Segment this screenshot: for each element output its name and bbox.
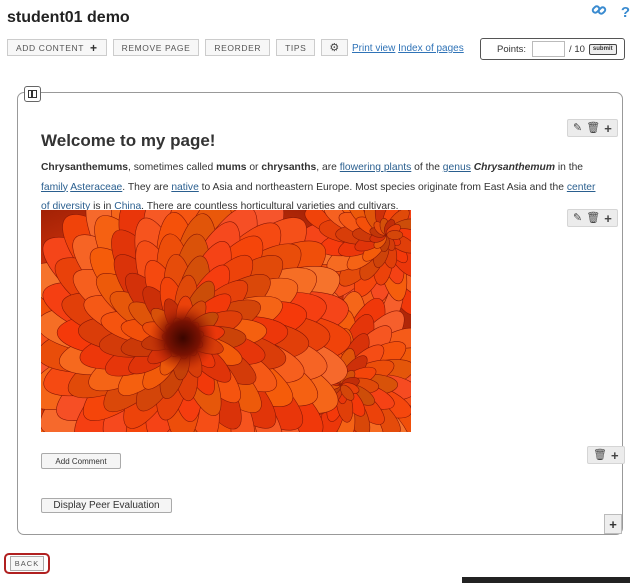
add-content-button[interactable]: ADD CONTENT + [7, 39, 107, 56]
bold-term: mums [216, 162, 247, 173]
content-paragraph: Chrysanthemums, sometimes called mums or… [41, 158, 601, 217]
add-item-icon[interactable]: + [604, 122, 612, 135]
page-title: student01 demo [7, 9, 130, 26]
add-content-label: ADD CONTENT [16, 42, 84, 53]
link-icon[interactable] [591, 2, 607, 22]
bold-term: Chrysanthemums [41, 162, 128, 173]
wiki-link[interactable]: flowering plants [340, 162, 412, 173]
points-submit-button[interactable]: submit [588, 43, 617, 55]
page-links: Print view Index of pages [352, 43, 464, 54]
paragraph-text: or [246, 162, 262, 173]
points-label: Points: [497, 43, 527, 55]
paragraph-text: to Asia and northeastern Europe. Most sp… [198, 181, 567, 193]
plus-icon: + [609, 516, 617, 532]
paragraph-text: in the [554, 162, 584, 173]
add-section-button[interactable]: + [604, 514, 622, 534]
bold-italic-term: Chrysanthemum [473, 162, 555, 173]
wiki-link[interactable]: native [171, 182, 198, 193]
bold-term: chrysanths [261, 162, 317, 173]
columns-icon [28, 90, 37, 98]
back-button[interactable]: BACK [9, 556, 45, 571]
add-comment-button[interactable]: Add Comment [41, 453, 121, 469]
settings-button[interactable]: ⚙ [321, 39, 348, 56]
plus-icon: + [90, 40, 98, 55]
gear-icon: ⚙ [329, 42, 340, 54]
trash-icon[interactable]: 🗑 [586, 212, 600, 224]
heading-item-tools: ✎ 🗑 + [567, 119, 618, 137]
wiki-link[interactable]: Asteraceae [70, 182, 122, 193]
points-input[interactable] [532, 41, 566, 57]
tips-button[interactable]: TIPS [276, 39, 316, 56]
layout-toggle-button[interactable] [24, 86, 41, 102]
wiki-link[interactable]: genus [443, 162, 471, 173]
content-heading: Welcome to my page! [41, 131, 216, 150]
points-box: Points: / 10 submit [480, 38, 625, 60]
paragraph-text: , are [316, 162, 340, 173]
bottom-bar [462, 577, 630, 583]
print-view-link[interactable]: Print view [352, 43, 395, 54]
toolbar: ADD CONTENT + REMOVE PAGE REORDER TIPS ⚙ [7, 39, 348, 56]
back-highlight: BACK [4, 553, 50, 574]
wiki-link[interactable]: family [41, 182, 68, 193]
paragraph-text: . They are [122, 181, 172, 193]
edit-icon[interactable]: ✎ [573, 122, 582, 134]
trash-icon[interactable]: 🗑 [586, 122, 600, 134]
paragraph-text: of the [411, 162, 443, 173]
add-item-icon[interactable]: + [604, 212, 612, 225]
comment-item-tools: 🗑 + [587, 446, 625, 464]
points-max: / 10 [569, 43, 585, 55]
trash-icon[interactable]: 🗑 [593, 449, 607, 461]
chrysanthemum-image [41, 210, 411, 432]
top-icons: ? [591, 2, 630, 22]
edit-icon[interactable]: ✎ [573, 212, 582, 224]
remove-page-button[interactable]: REMOVE PAGE [112, 39, 200, 56]
add-item-icon[interactable]: + [611, 449, 619, 462]
image-item-tools: ✎ 🗑 + [567, 209, 618, 227]
reorder-button[interactable]: REORDER [205, 39, 271, 56]
help-icon[interactable]: ? [621, 4, 630, 21]
display-peer-evaluation-button[interactable]: Display Peer Evaluation [41, 498, 172, 513]
paragraph-text: , sometimes called [127, 162, 217, 173]
index-of-pages-link[interactable]: Index of pages [398, 43, 464, 54]
